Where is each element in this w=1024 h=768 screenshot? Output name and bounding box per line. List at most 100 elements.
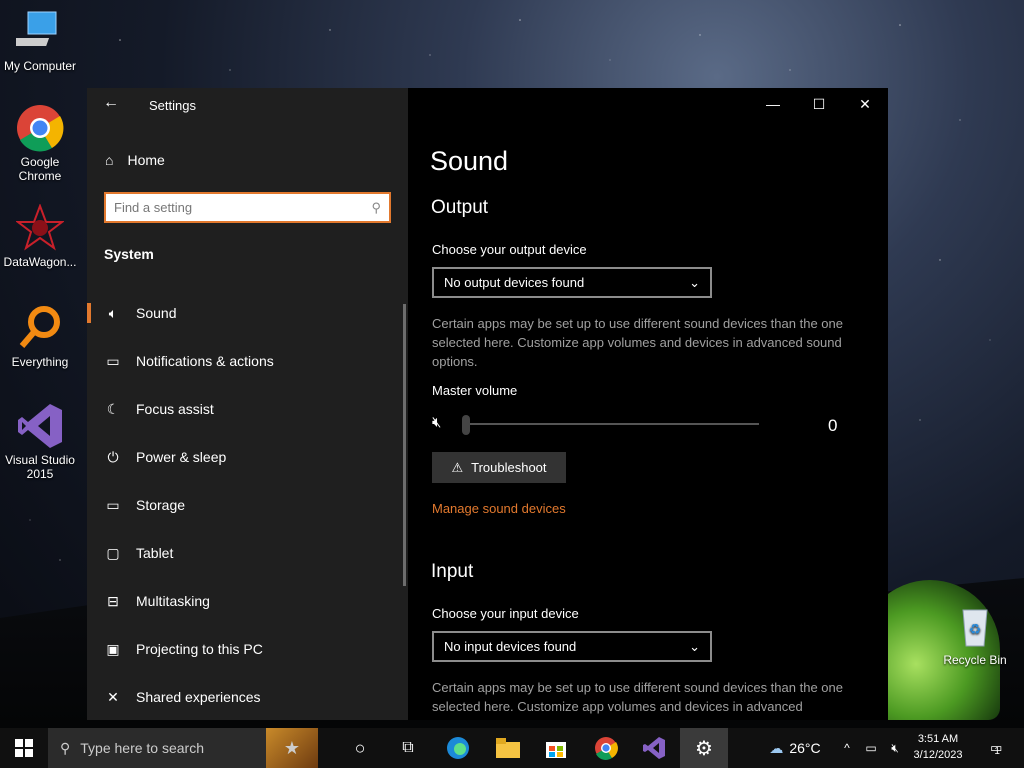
search-icon: ⚲ xyxy=(371,199,381,215)
troubleshoot-label: Troubleshoot xyxy=(471,460,547,475)
taskbar-search-box[interactable]: ⚲ Type here to search ★ xyxy=(48,728,318,768)
shared-icon: ✕ xyxy=(107,688,119,705)
output-device-dropdown[interactable]: No output devices found ⌄ xyxy=(432,267,712,298)
sidebar-scrollbar[interactable] xyxy=(403,304,406,586)
taskbar-visual-studio[interactable] xyxy=(634,728,674,768)
start-button[interactable] xyxy=(0,728,48,768)
speaker-muted-icon[interactable]: 🔇︎ xyxy=(432,414,441,431)
window-title: Settings xyxy=(149,98,196,113)
sidebar-item-sound[interactable]: 🔈︎ Sound xyxy=(87,289,405,337)
input-description: Certain apps may be set up to use differ… xyxy=(432,680,843,714)
windows-logo-icon xyxy=(15,739,33,757)
network-button[interactable]: ▭ xyxy=(860,728,882,768)
sidebar-item-storage[interactable]: ▭ Storage xyxy=(87,481,405,529)
warning-icon: ⚠ xyxy=(451,459,464,475)
show-hidden-icons-button[interactable]: ^ xyxy=(838,728,856,768)
input-device-value: No input devices found xyxy=(444,639,577,654)
chrome-icon xyxy=(595,737,618,760)
volume-button[interactable]: 🔇︎ xyxy=(884,728,906,768)
taskbar: ⚲ Type here to search ★ ○ ⧉ ⚙ ☁ 26°C ^ ▭… xyxy=(0,728,1024,768)
sidebar-item-label: Storage xyxy=(136,497,186,513)
find-setting-input[interactable] xyxy=(114,200,372,215)
weather-widget[interactable]: ☁ 26°C xyxy=(760,728,830,768)
close-button[interactable]: ✕ xyxy=(842,92,888,116)
sidebar-item-label: Notifications & actions xyxy=(136,353,274,369)
notification-icon: ▭ xyxy=(106,352,120,369)
chevron-down-icon: ⌄ xyxy=(689,274,700,290)
taskbar-store[interactable] xyxy=(536,728,576,768)
action-center-button[interactable]: ▭ 1 xyxy=(980,728,1010,768)
store-icon xyxy=(546,742,566,758)
input-device-label: Choose your input device xyxy=(432,606,579,621)
sidebar-item-label: Tablet xyxy=(136,545,174,561)
sidebar-item-label: Multitasking xyxy=(136,593,210,609)
sidebar-item-focus-assist[interactable]: ☾ Focus assist xyxy=(87,385,405,433)
task-view-button[interactable]: ⧉ xyxy=(388,728,428,768)
tablet-icon: ▢ xyxy=(106,544,120,561)
search-highlight-icon: ★ xyxy=(266,728,318,768)
output-heading: Output xyxy=(431,197,489,218)
desktop-icon-label: DataWagon... xyxy=(3,255,77,269)
taskbar-search-placeholder: Type here to search xyxy=(80,740,205,756)
output-device-label: Choose your output device xyxy=(432,242,587,257)
output-description: Certain apps may be set up to use differ… xyxy=(432,316,843,369)
desktop-icon-label: Everything xyxy=(11,355,69,369)
desktop-icon-recycle-bin[interactable]: ♻ Recycle Bin xyxy=(935,602,1015,667)
sidebar-item-tablet[interactable]: ▢ Tablet xyxy=(87,529,405,577)
home-label: Home xyxy=(127,152,165,168)
settings-sidebar: ← Settings ⌂ Home ⚲ System 🔈︎ Sound ▭ No… xyxy=(87,88,408,720)
sidebar-nav: 🔈︎ Sound ▭ Notifications & actions ☾ Foc… xyxy=(87,289,405,720)
clock-date: 3/12/2023 xyxy=(913,749,963,761)
sidebar-item-projecting[interactable]: ▣ Projecting to this PC xyxy=(87,625,405,673)
visual-studio-icon xyxy=(16,402,64,450)
volume-muted-icon: 🔇︎ xyxy=(891,740,899,755)
find-setting-search[interactable]: ⚲ xyxy=(104,192,391,223)
sidebar-item-label: Projecting to this PC xyxy=(136,641,263,657)
desktop-icon-my-computer[interactable]: My Computer xyxy=(0,8,80,73)
sidebar-item-shared-experiences[interactable]: ✕ Shared experiences xyxy=(87,673,405,720)
projecting-icon: ▣ xyxy=(106,640,120,657)
desktop-icon-google-chrome[interactable]: Google Chrome xyxy=(0,104,80,183)
master-volume-slider[interactable] xyxy=(464,423,759,425)
minimize-button[interactable]: — xyxy=(750,92,796,116)
home-nav-item[interactable]: ⌂ Home xyxy=(105,152,165,168)
taskbar-file-explorer[interactable] xyxy=(488,728,528,768)
taskbar-chrome[interactable] xyxy=(586,728,626,768)
desktop-icon-datawagon[interactable]: DataWagon... xyxy=(0,203,80,269)
input-heading: Input xyxy=(431,561,474,582)
notification-count: 1 xyxy=(994,745,1000,757)
cortana-button[interactable]: ○ xyxy=(340,728,380,768)
sidebar-item-notifications[interactable]: ▭ Notifications & actions xyxy=(87,337,405,385)
desktop-icon-label: My Computer xyxy=(3,59,77,73)
sidebar-item-label: Shared experiences xyxy=(136,689,261,705)
sidebar-item-power-sleep[interactable]: ⏻ Power & sleep xyxy=(87,433,405,481)
settings-main: — ☐ ✕ Sound Output Choose your output de… xyxy=(408,88,888,720)
storage-icon: ▭ xyxy=(106,496,120,513)
troubleshoot-button[interactable]: ⚠ Troubleshoot xyxy=(432,452,566,483)
maximize-button[interactable]: ☐ xyxy=(796,92,842,116)
desktop-icon-label: Visual Studio 2015 xyxy=(5,453,75,481)
chevron-down-icon: ⌄ xyxy=(689,638,700,654)
search-icon: ⚲ xyxy=(60,739,71,756)
taskbar-edge[interactable] xyxy=(438,728,478,768)
weather-temperature: 26°C xyxy=(789,740,821,756)
svg-text:♻: ♻ xyxy=(969,622,982,638)
edge-icon xyxy=(447,737,469,759)
maximize-icon: ☐ xyxy=(812,96,826,112)
sidebar-item-multitasking[interactable]: ⊟ Multitasking xyxy=(87,577,405,625)
desktop-icon-visual-studio[interactable]: Visual Studio 2015 xyxy=(0,402,80,481)
chrome-icon xyxy=(16,104,64,152)
back-arrow-icon[interactable]: ← xyxy=(103,94,119,112)
recycle-bin-icon: ♻ xyxy=(951,602,999,650)
desktop-icon-everything[interactable]: Everything xyxy=(0,304,80,369)
master-volume-thumb[interactable] xyxy=(462,415,470,435)
minimize-icon: — xyxy=(766,96,780,112)
input-device-dropdown[interactable]: No input devices found ⌄ xyxy=(432,631,712,662)
desktop-icon-label: Recycle Bin xyxy=(943,653,1007,667)
taskbar-clock[interactable]: 3:51 AM 3/12/2023 xyxy=(908,731,968,763)
taskbar-settings[interactable]: ⚙ xyxy=(680,728,728,768)
sidebar-item-label: Focus assist xyxy=(136,401,214,417)
output-device-value: No output devices found xyxy=(444,275,585,290)
manage-sound-devices-link[interactable]: Manage sound devices xyxy=(432,501,566,516)
close-icon: ✕ xyxy=(859,96,871,112)
